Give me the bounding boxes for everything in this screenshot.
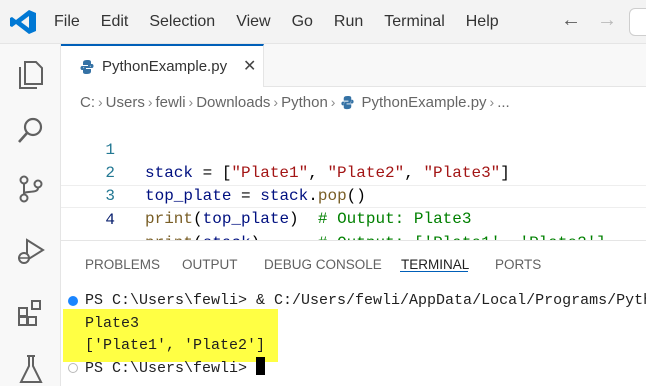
chevron-right-icon: › [98,94,103,110]
chevron-right-icon: › [188,94,194,110]
breadcrumb-item[interactable]: Python [281,94,328,111]
command-pending-dot-icon[interactable] [68,363,78,373]
code-token: top_plate [202,210,290,228]
menu-selection[interactable]: Selection [149,13,215,31]
tab-ports[interactable]: PORTS [495,257,541,272]
menu-view[interactable]: View [236,13,270,31]
vscode-logo-icon [10,10,36,34]
run-debug-icon[interactable] [14,234,48,268]
close-icon[interactable]: ✕ [243,56,256,76]
explorer-icon[interactable] [14,58,48,92]
code-line: 1 stack = ["Plate1", "Plate2", "Plate3"] [61,116,646,182]
breadcrumb: C: › Users › fewli › Downloads › Python … [80,92,510,112]
line-source: print(top_plate) # Output: Plate3 [145,208,471,231]
forward-arrow-icon[interactable]: → [597,9,633,32]
code-token: ( [193,210,203,228]
code-token: print [145,210,194,228]
chevron-right-icon: › [330,94,336,110]
active-tab-indicator [400,271,468,272]
chevron-right-icon: › [273,94,279,110]
testing-icon[interactable] [14,352,48,386]
command-success-dot-icon[interactable] [68,296,78,306]
tab-output[interactable]: OUTPUT [182,257,238,272]
breadcrumb-item[interactable]: Users [106,94,145,111]
extensions-icon[interactable] [14,296,48,330]
code-token: # Output: Plate3 [317,210,472,228]
terminal-output-line: Plate3 [85,315,140,332]
breadcrumb-item[interactable]: ... [497,94,510,111]
terminal-cursor [256,357,266,375]
chevron-right-icon: › [147,94,153,110]
menu-terminal[interactable]: Terminal [384,13,444,31]
title-bar: File Edit Selection View Go Run Terminal… [0,0,646,44]
menu-bar: File Edit Selection View Go Run Terminal… [54,0,520,44]
python-file-icon [80,59,94,74]
tab-python-example[interactable]: PythonExample.py ✕ [61,44,264,87]
menu-edit[interactable]: Edit [101,13,129,31]
tab-debug-console[interactable]: DEBUG CONSOLE [264,257,382,272]
breadcrumb-item[interactable]: PythonExample.py [361,94,486,111]
terminal-command-line: PS C:\Users\fewli> & C:/Users/fewli/AppD… [85,292,646,309]
code-token: ) [289,210,318,228]
tab-label: PythonExample.py [102,58,228,75]
terminal-prompt: PS C:\Users\fewli> [85,360,257,377]
menu-run[interactable]: Run [334,13,363,31]
code-line: 2 top_plate = stack.pop() [61,139,646,205]
menu-go[interactable]: Go [292,13,313,31]
command-center-input[interactable] [629,8,646,36]
editor-tab-bar: PythonExample.py ✕ [61,44,646,87]
line-number: 4 [105,211,115,229]
search-icon[interactable] [14,114,48,148]
terminal-prompt-line: PS C:\Users\fewli> [85,357,266,379]
activity-bar [0,44,61,386]
tab-terminal[interactable]: TERMINAL [401,257,469,272]
breadcrumb-item[interactable]: Downloads [196,94,270,111]
menu-help[interactable]: Help [466,13,499,31]
chevron-right-icon: › [489,94,495,110]
breadcrumb-item[interactable]: C: [80,94,95,111]
menu-file[interactable]: File [54,13,80,31]
code-line: 3 print(top_plate) # Output: Plate3 [61,162,646,228]
navigation-arrows: ← → [561,9,633,32]
python-file-icon [341,95,355,109]
breadcrumb-item[interactable]: fewli [156,94,186,111]
back-arrow-icon[interactable]: ← [561,9,597,32]
source-control-icon[interactable] [14,172,48,206]
code-line-current: 4 print(stack) # Output: ['Plate1', 'Pla… [61,185,646,252]
tab-problems[interactable]: PROBLEMS [85,257,160,272]
terminal-output-line: ['Plate1', 'Plate2'] [85,337,266,354]
